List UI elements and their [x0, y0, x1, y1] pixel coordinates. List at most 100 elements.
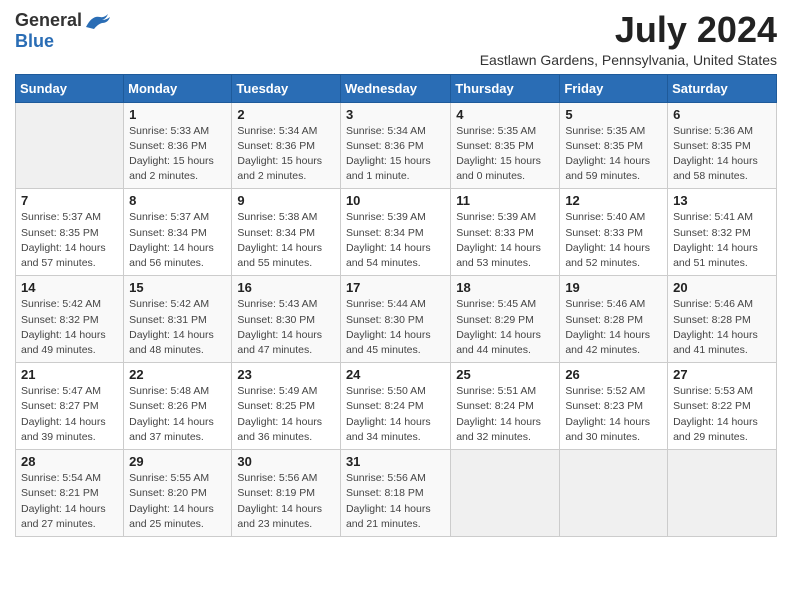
calendar-week-row: 7 Sunrise: 5:37 AMSunset: 8:35 PMDaylight…: [16, 189, 777, 276]
day-number: 16: [237, 280, 335, 295]
calendar-cell: 25 Sunrise: 5:51 AMSunset: 8:24 PMDayligh…: [451, 363, 560, 450]
day-info: Sunrise: 5:37 AMSunset: 8:35 PMDaylight:…: [21, 210, 118, 271]
calendar-cell: 11Sunrise: 5:39 AMSunset: 8:33 PMDayligh…: [451, 189, 560, 276]
day-info: Sunrise: 5:48 AMSunset: 8:26 PMDaylight:…: [129, 384, 226, 445]
day-number: 19: [565, 280, 662, 295]
calendar-cell: 10 Sunrise: 5:39 AMSunset: 8:34 PMDayligh…: [340, 189, 450, 276]
calendar-week-row: 14 Sunrise: 5:42 AMSunset: 8:32 PMDayligh…: [16, 276, 777, 363]
logo-bird-icon: [84, 11, 112, 31]
day-info: Sunrise: 5:34 AMSunset: 8:36 PMDaylight:…: [237, 124, 335, 185]
calendar-cell: [668, 450, 777, 537]
calendar-cell: 22Sunrise: 5:48 AMSunset: 8:26 PMDayligh…: [124, 363, 232, 450]
day-number: 17: [346, 280, 445, 295]
calendar-cell: 23 Sunrise: 5:49 AMSunset: 8:25 PMDayligh…: [232, 363, 341, 450]
day-number: 10: [346, 193, 445, 208]
location-title: Eastlawn Gardens, Pennsylvania, United S…: [480, 52, 777, 68]
day-info: Sunrise: 5:45 AMSunset: 8:29 PMDaylight:…: [456, 297, 554, 358]
day-info: Sunrise: 5:42 AMSunset: 8:31 PMDaylight:…: [129, 297, 226, 358]
day-number: 20: [673, 280, 771, 295]
calendar-cell: 1 Sunrise: 5:33 AMSunset: 8:36 PMDaylight…: [124, 102, 232, 189]
day-info: Sunrise: 5:40 AMSunset: 8:33 PMDaylight:…: [565, 210, 662, 271]
calendar-cell: 20 Sunrise: 5:46 AMSunset: 8:28 PMDayligh…: [668, 276, 777, 363]
day-number: 21: [21, 367, 118, 382]
day-number: 4: [456, 107, 554, 122]
weekday-header-row: SundayMondayTuesdayWednesdayThursdayFrid…: [16, 74, 777, 102]
day-info: Sunrise: 5:46 AMSunset: 8:28 PMDaylight:…: [673, 297, 771, 358]
calendar-cell: 24 Sunrise: 5:50 AMSunset: 8:24 PMDayligh…: [340, 363, 450, 450]
calendar-cell: 16 Sunrise: 5:43 AMSunset: 8:30 PMDayligh…: [232, 276, 341, 363]
weekday-header-monday: Monday: [124, 74, 232, 102]
day-number: 27: [673, 367, 771, 382]
day-info: Sunrise: 5:56 AMSunset: 8:18 PMDaylight:…: [346, 471, 445, 532]
calendar-cell: 5 Sunrise: 5:35 AMSunset: 8:35 PMDaylight…: [560, 102, 668, 189]
day-info: Sunrise: 5:50 AMSunset: 8:24 PMDaylight:…: [346, 384, 445, 445]
calendar-cell: 9Sunrise: 5:38 AMSunset: 8:34 PMDaylight…: [232, 189, 341, 276]
day-info: Sunrise: 5:33 AMSunset: 8:36 PMDaylight:…: [129, 124, 226, 185]
calendar-cell: 2 Sunrise: 5:34 AMSunset: 8:36 PMDaylight…: [232, 102, 341, 189]
calendar-week-row: 28 Sunrise: 5:54 AMSunset: 8:21 PMDayligh…: [16, 450, 777, 537]
weekday-header-saturday: Saturday: [668, 74, 777, 102]
day-number: 23: [237, 367, 335, 382]
calendar-cell: 7 Sunrise: 5:37 AMSunset: 8:35 PMDaylight…: [16, 189, 124, 276]
day-info: Sunrise: 5:35 AMSunset: 8:35 PMDaylight:…: [565, 124, 662, 185]
weekday-header-sunday: Sunday: [16, 74, 124, 102]
day-number: 24: [346, 367, 445, 382]
day-info: Sunrise: 5:53 AMSunset: 8:22 PMDaylight:…: [673, 384, 771, 445]
day-number: 29: [129, 454, 226, 469]
day-info: Sunrise: 5:36 AMSunset: 8:35 PMDaylight:…: [673, 124, 771, 185]
weekday-header-friday: Friday: [560, 74, 668, 102]
calendar-cell: 26Sunrise: 5:52 AMSunset: 8:23 PMDayligh…: [560, 363, 668, 450]
day-number: 2: [237, 107, 335, 122]
day-info: Sunrise: 5:37 AMSunset: 8:34 PMDaylight:…: [129, 210, 226, 271]
day-info: Sunrise: 5:49 AMSunset: 8:25 PMDaylight:…: [237, 384, 335, 445]
title-block: July 2024 Eastlawn Gardens, Pennsylvania…: [480, 10, 777, 68]
day-info: Sunrise: 5:42 AMSunset: 8:32 PMDaylight:…: [21, 297, 118, 358]
day-number: 18: [456, 280, 554, 295]
calendar-week-row: 21 Sunrise: 5:47 AMSunset: 8:27 PMDayligh…: [16, 363, 777, 450]
calendar-cell: 21 Sunrise: 5:47 AMSunset: 8:27 PMDayligh…: [16, 363, 124, 450]
day-number: 28: [21, 454, 118, 469]
day-info: Sunrise: 5:38 AMSunset: 8:34 PMDaylight:…: [237, 210, 335, 271]
day-number: 7: [21, 193, 118, 208]
calendar-cell: 6Sunrise: 5:36 AMSunset: 8:35 PMDaylight…: [668, 102, 777, 189]
day-number: 5: [565, 107, 662, 122]
day-info: Sunrise: 5:46 AMSunset: 8:28 PMDaylight:…: [565, 297, 662, 358]
month-title: July 2024: [480, 10, 777, 50]
day-info: Sunrise: 5:47 AMSunset: 8:27 PMDaylight:…: [21, 384, 118, 445]
calendar-table: SundayMondayTuesdayWednesdayThursdayFrid…: [15, 74, 777, 537]
calendar-cell: [16, 102, 124, 189]
calendar-cell: 29Sunrise: 5:55 AMSunset: 8:20 PMDayligh…: [124, 450, 232, 537]
day-number: 13: [673, 193, 771, 208]
calendar-cell: 3 Sunrise: 5:34 AMSunset: 8:36 PMDaylight…: [340, 102, 450, 189]
logo-blue-text: Blue: [15, 31, 54, 52]
day-info: Sunrise: 5:34 AMSunset: 8:36 PMDaylight:…: [346, 124, 445, 185]
calendar-cell: 8Sunrise: 5:37 AMSunset: 8:34 PMDaylight…: [124, 189, 232, 276]
day-number: 3: [346, 107, 445, 122]
day-info: Sunrise: 5:43 AMSunset: 8:30 PMDaylight:…: [237, 297, 335, 358]
calendar-cell: 12 Sunrise: 5:40 AMSunset: 8:33 PMDayligh…: [560, 189, 668, 276]
weekday-header-tuesday: Tuesday: [232, 74, 341, 102]
day-info: Sunrise: 5:56 AMSunset: 8:19 PMDaylight:…: [237, 471, 335, 532]
day-number: 14: [21, 280, 118, 295]
page-header: General Blue July 2024 Eastlawn Gardens,…: [15, 10, 777, 68]
day-number: 12: [565, 193, 662, 208]
day-number: 25: [456, 367, 554, 382]
calendar-cell: 27 Sunrise: 5:53 AMSunset: 8:22 PMDayligh…: [668, 363, 777, 450]
calendar-cell: 18 Sunrise: 5:45 AMSunset: 8:29 PMDayligh…: [451, 276, 560, 363]
logo-general-text: General: [15, 10, 82, 31]
calendar-cell: 19 Sunrise: 5:46 AMSunset: 8:28 PMDayligh…: [560, 276, 668, 363]
calendar-week-row: 1 Sunrise: 5:33 AMSunset: 8:36 PMDaylight…: [16, 102, 777, 189]
day-info: Sunrise: 5:41 AMSunset: 8:32 PMDaylight:…: [673, 210, 771, 271]
day-info: Sunrise: 5:51 AMSunset: 8:24 PMDaylight:…: [456, 384, 554, 445]
calendar-cell: 13 Sunrise: 5:41 AMSunset: 8:32 PMDayligh…: [668, 189, 777, 276]
day-info: Sunrise: 5:39 AMSunset: 8:33 PMDaylight:…: [456, 210, 554, 271]
day-info: Sunrise: 5:35 AMSunset: 8:35 PMDaylight:…: [456, 124, 554, 185]
day-number: 31: [346, 454, 445, 469]
weekday-header-thursday: Thursday: [451, 74, 560, 102]
calendar-cell: 15Sunrise: 5:42 AMSunset: 8:31 PMDayligh…: [124, 276, 232, 363]
day-info: Sunrise: 5:39 AMSunset: 8:34 PMDaylight:…: [346, 210, 445, 271]
calendar-cell: 30Sunrise: 5:56 AMSunset: 8:19 PMDayligh…: [232, 450, 341, 537]
day-info: Sunrise: 5:54 AMSunset: 8:21 PMDaylight:…: [21, 471, 118, 532]
day-number: 26: [565, 367, 662, 382]
day-number: 1: [129, 107, 226, 122]
